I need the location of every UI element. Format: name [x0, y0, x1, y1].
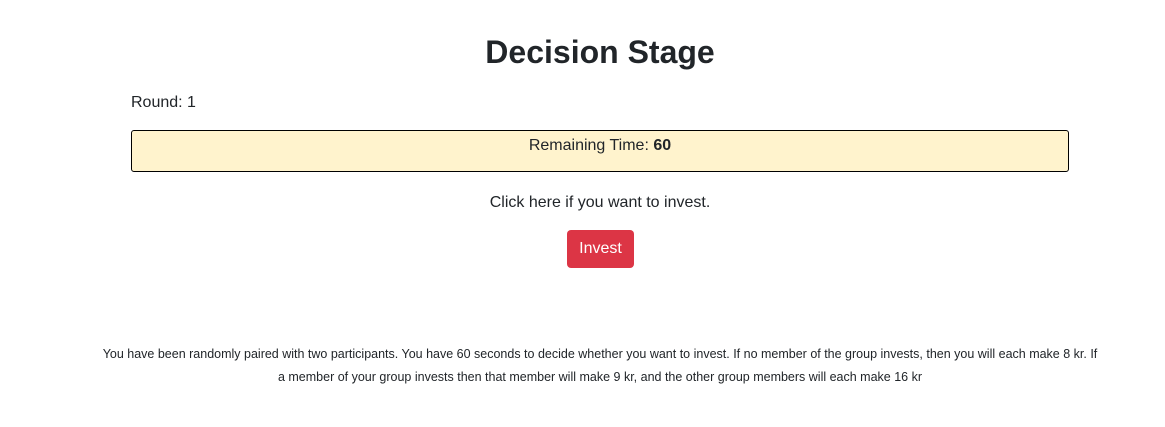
instructions-text: You have been randomly paired with two p…: [102, 347, 1098, 384]
remaining-time-label: Remaining Time:: [528, 137, 654, 154]
decision-stage-page: Decision Stage Round: 1 Remaining Time: …: [0, 0, 1165, 427]
round-indicator: Round: 1: [131, 94, 196, 111]
invest-button[interactable]: Invest: [567, 230, 634, 268]
remaining-time-value: 60: [653, 137, 672, 154]
remaining-time-box: Remaining Time: 60: [131, 130, 1069, 172]
invest-prompt: Click here if you want to invest.: [489, 194, 711, 211]
page-title: Decision Stage: [485, 34, 715, 70]
